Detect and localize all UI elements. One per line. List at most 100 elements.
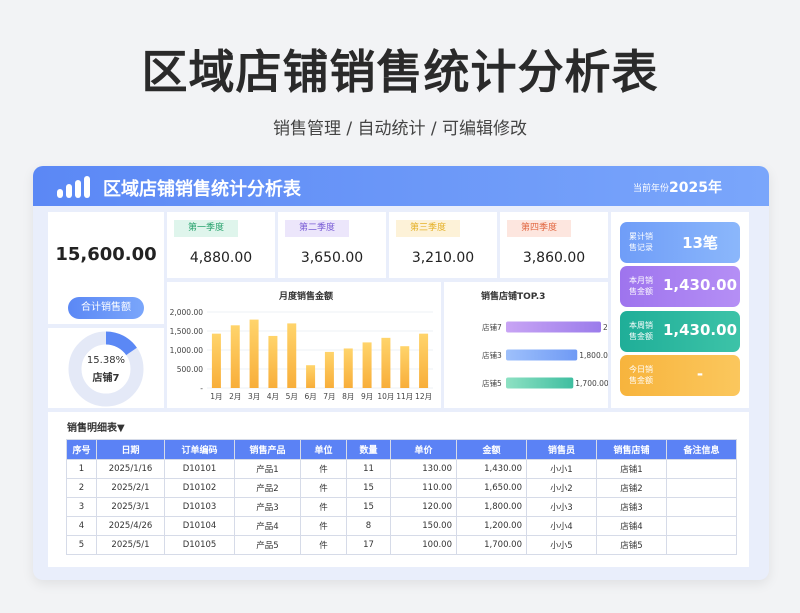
table-cell[interactable]: D10103 — [164, 497, 235, 517]
table-cell[interactable]: 产品2 — [234, 478, 301, 498]
quarter-value: 3,650.00 — [300, 250, 364, 266]
table-cell[interactable]: 店铺3 — [596, 497, 667, 517]
detail-table-title[interactable]: 销售明细表▼ — [67, 419, 125, 434]
table-cell[interactable]: 2025/3/1 — [96, 497, 165, 517]
summary-card-label: 今日销售金额 — [629, 365, 653, 385]
year-value[interactable]: 2025年 — [669, 177, 722, 197]
table-cell[interactable]: 150.00 — [390, 516, 457, 536]
table-cell[interactable]: 产品1 — [234, 459, 301, 479]
month-bar — [230, 325, 240, 388]
table-cell[interactable]: 1,200.00 — [456, 516, 527, 536]
table-cell[interactable]: 小小1 — [526, 459, 597, 479]
x-tick-label: 3月 — [248, 392, 260, 401]
table-cell[interactable]: D10102 — [164, 478, 235, 498]
bar-chart-logo-icon — [57, 176, 91, 198]
top-store-share-panel: 15.38% 店铺7 — [48, 328, 164, 408]
table-cell[interactable]: 2025/5/1 — [96, 535, 165, 555]
store-bar — [506, 377, 574, 389]
store-bar — [506, 321, 601, 333]
table-cell[interactable] — [666, 497, 737, 517]
table-cell[interactable]: 110.00 — [390, 478, 457, 498]
x-tick-label: 6月 — [304, 392, 316, 401]
column-header[interactable]: 日期 — [96, 439, 165, 460]
table-cell[interactable]: 件 — [300, 516, 347, 536]
table-cell[interactable]: 产品5 — [234, 535, 301, 555]
month-bar — [400, 346, 410, 388]
table-cell[interactable]: 店铺1 — [596, 459, 667, 479]
table-cell[interactable]: 小小3 — [526, 497, 597, 517]
table-cell[interactable]: 2025/2/1 — [96, 478, 165, 498]
table-cell[interactable] — [666, 516, 737, 536]
store-value-label: 1,800.00 — [579, 351, 608, 360]
table-cell[interactable]: 产品4 — [234, 516, 301, 536]
table-cell[interactable] — [666, 535, 737, 555]
table-cell[interactable]: 5 — [66, 535, 97, 555]
month-bar — [343, 348, 353, 388]
column-header[interactable]: 数量 — [346, 439, 391, 460]
column-header[interactable]: 订单编码 — [164, 439, 235, 460]
table-cell[interactable]: 4 — [66, 516, 97, 536]
table-cell[interactable]: D10104 — [164, 516, 235, 536]
column-header[interactable]: 金额 — [456, 439, 527, 460]
table-cell[interactable]: 件 — [300, 535, 347, 555]
table-cell[interactable] — [666, 478, 737, 498]
table-cell[interactable]: 1,650.00 — [456, 478, 527, 498]
share-store-name: 店铺7 — [92, 373, 120, 384]
column-header[interactable]: 序号 — [66, 439, 97, 460]
table-cell[interactable]: D10105 — [164, 535, 235, 555]
month-bar — [362, 342, 372, 388]
column-header[interactable]: 单位 — [300, 439, 347, 460]
table-cell[interactable]: 15 — [346, 497, 391, 517]
table-cell[interactable]: 店铺2 — [596, 478, 667, 498]
column-header[interactable]: 销售员 — [526, 439, 597, 460]
table-cell[interactable]: 1,430.00 — [456, 459, 527, 479]
total-sales-value: 15,600.00 — [55, 244, 157, 265]
quarter-box-1: 第一季度 4,880.00 — [167, 212, 275, 278]
table-cell[interactable]: 8 — [346, 516, 391, 536]
y-tick-label: 1,000.00 — [170, 346, 204, 355]
table-cell[interactable]: 130.00 — [390, 459, 457, 479]
share-donut: 15.38% 店铺7 — [66, 331, 146, 411]
table-cell[interactable]: 小小4 — [526, 516, 597, 536]
table-cell[interactable]: 件 — [300, 459, 347, 479]
quarter-box-2: 第二季度 3,650.00 — [278, 212, 386, 278]
x-tick-label: 11月 — [396, 392, 413, 401]
table-cell[interactable]: 1,700.00 — [456, 535, 527, 555]
table-cell[interactable]: 小小5 — [526, 535, 597, 555]
month-bar — [211, 333, 221, 388]
table-cell[interactable]: D10101 — [164, 459, 235, 479]
table-row[interactable]: 2 2025/2/1 D10102 产品2 件 15 110.00 1,650.00 小小2 店铺… — [66, 478, 737, 498]
table-cell[interactable]: 小小2 — [526, 478, 597, 498]
summary-card-month: 本月销售金额 1,430.00 — [620, 266, 740, 307]
table-cell[interactable]: 2025/1/16 — [96, 459, 165, 479]
table-cell[interactable]: 120.00 — [390, 497, 457, 517]
table-row[interactable]: 5 2025/5/1 D10105 产品5 件 17 100.00 1,700.00 小小5 店铺… — [66, 535, 737, 555]
column-header[interactable]: 备注信息 — [666, 439, 737, 460]
table-cell[interactable]: 2025/4/26 — [96, 516, 165, 536]
table-cell[interactable]: 11 — [346, 459, 391, 479]
year-label: 当前年份 — [633, 184, 670, 194]
x-tick-label: 7月 — [323, 392, 335, 401]
table-row[interactable]: 1 2025/1/16 D10101 产品1 件 11 130.00 1,430.00 小小1 店… — [66, 459, 737, 479]
column-header[interactable]: 销售产品 — [234, 439, 301, 460]
month-bar — [381, 337, 391, 388]
table-cell[interactable]: 1 — [66, 459, 97, 479]
table-cell[interactable]: 17 — [346, 535, 391, 555]
column-header[interactable]: 销售店铺 — [596, 439, 667, 460]
table-cell[interactable]: 店铺4 — [596, 516, 667, 536]
table-cell[interactable]: 店铺5 — [596, 535, 667, 555]
column-header[interactable]: 单价 — [390, 439, 457, 460]
table-cell[interactable]: 件 — [300, 478, 347, 498]
table-cell[interactable]: 1,800.00 — [456, 497, 527, 517]
quarter-value: 4,880.00 — [189, 250, 253, 266]
x-tick-label: 5月 — [286, 392, 298, 401]
table-cell[interactable]: 产品3 — [234, 497, 301, 517]
table-cell[interactable]: 件 — [300, 497, 347, 517]
table-cell[interactable] — [666, 459, 737, 479]
table-cell[interactable]: 15 — [346, 478, 391, 498]
table-row[interactable]: 4 2025/4/26 D10104 产品4 件 8 150.00 1,200.00 小小4 店铺… — [66, 516, 737, 536]
table-cell[interactable]: 100.00 — [390, 535, 457, 555]
table-cell[interactable]: 2 — [66, 478, 97, 498]
table-cell[interactable]: 3 — [66, 497, 97, 517]
table-row[interactable]: 3 2025/3/1 D10103 产品3 件 15 120.00 1,800.00 小小3 店铺… — [66, 497, 737, 517]
